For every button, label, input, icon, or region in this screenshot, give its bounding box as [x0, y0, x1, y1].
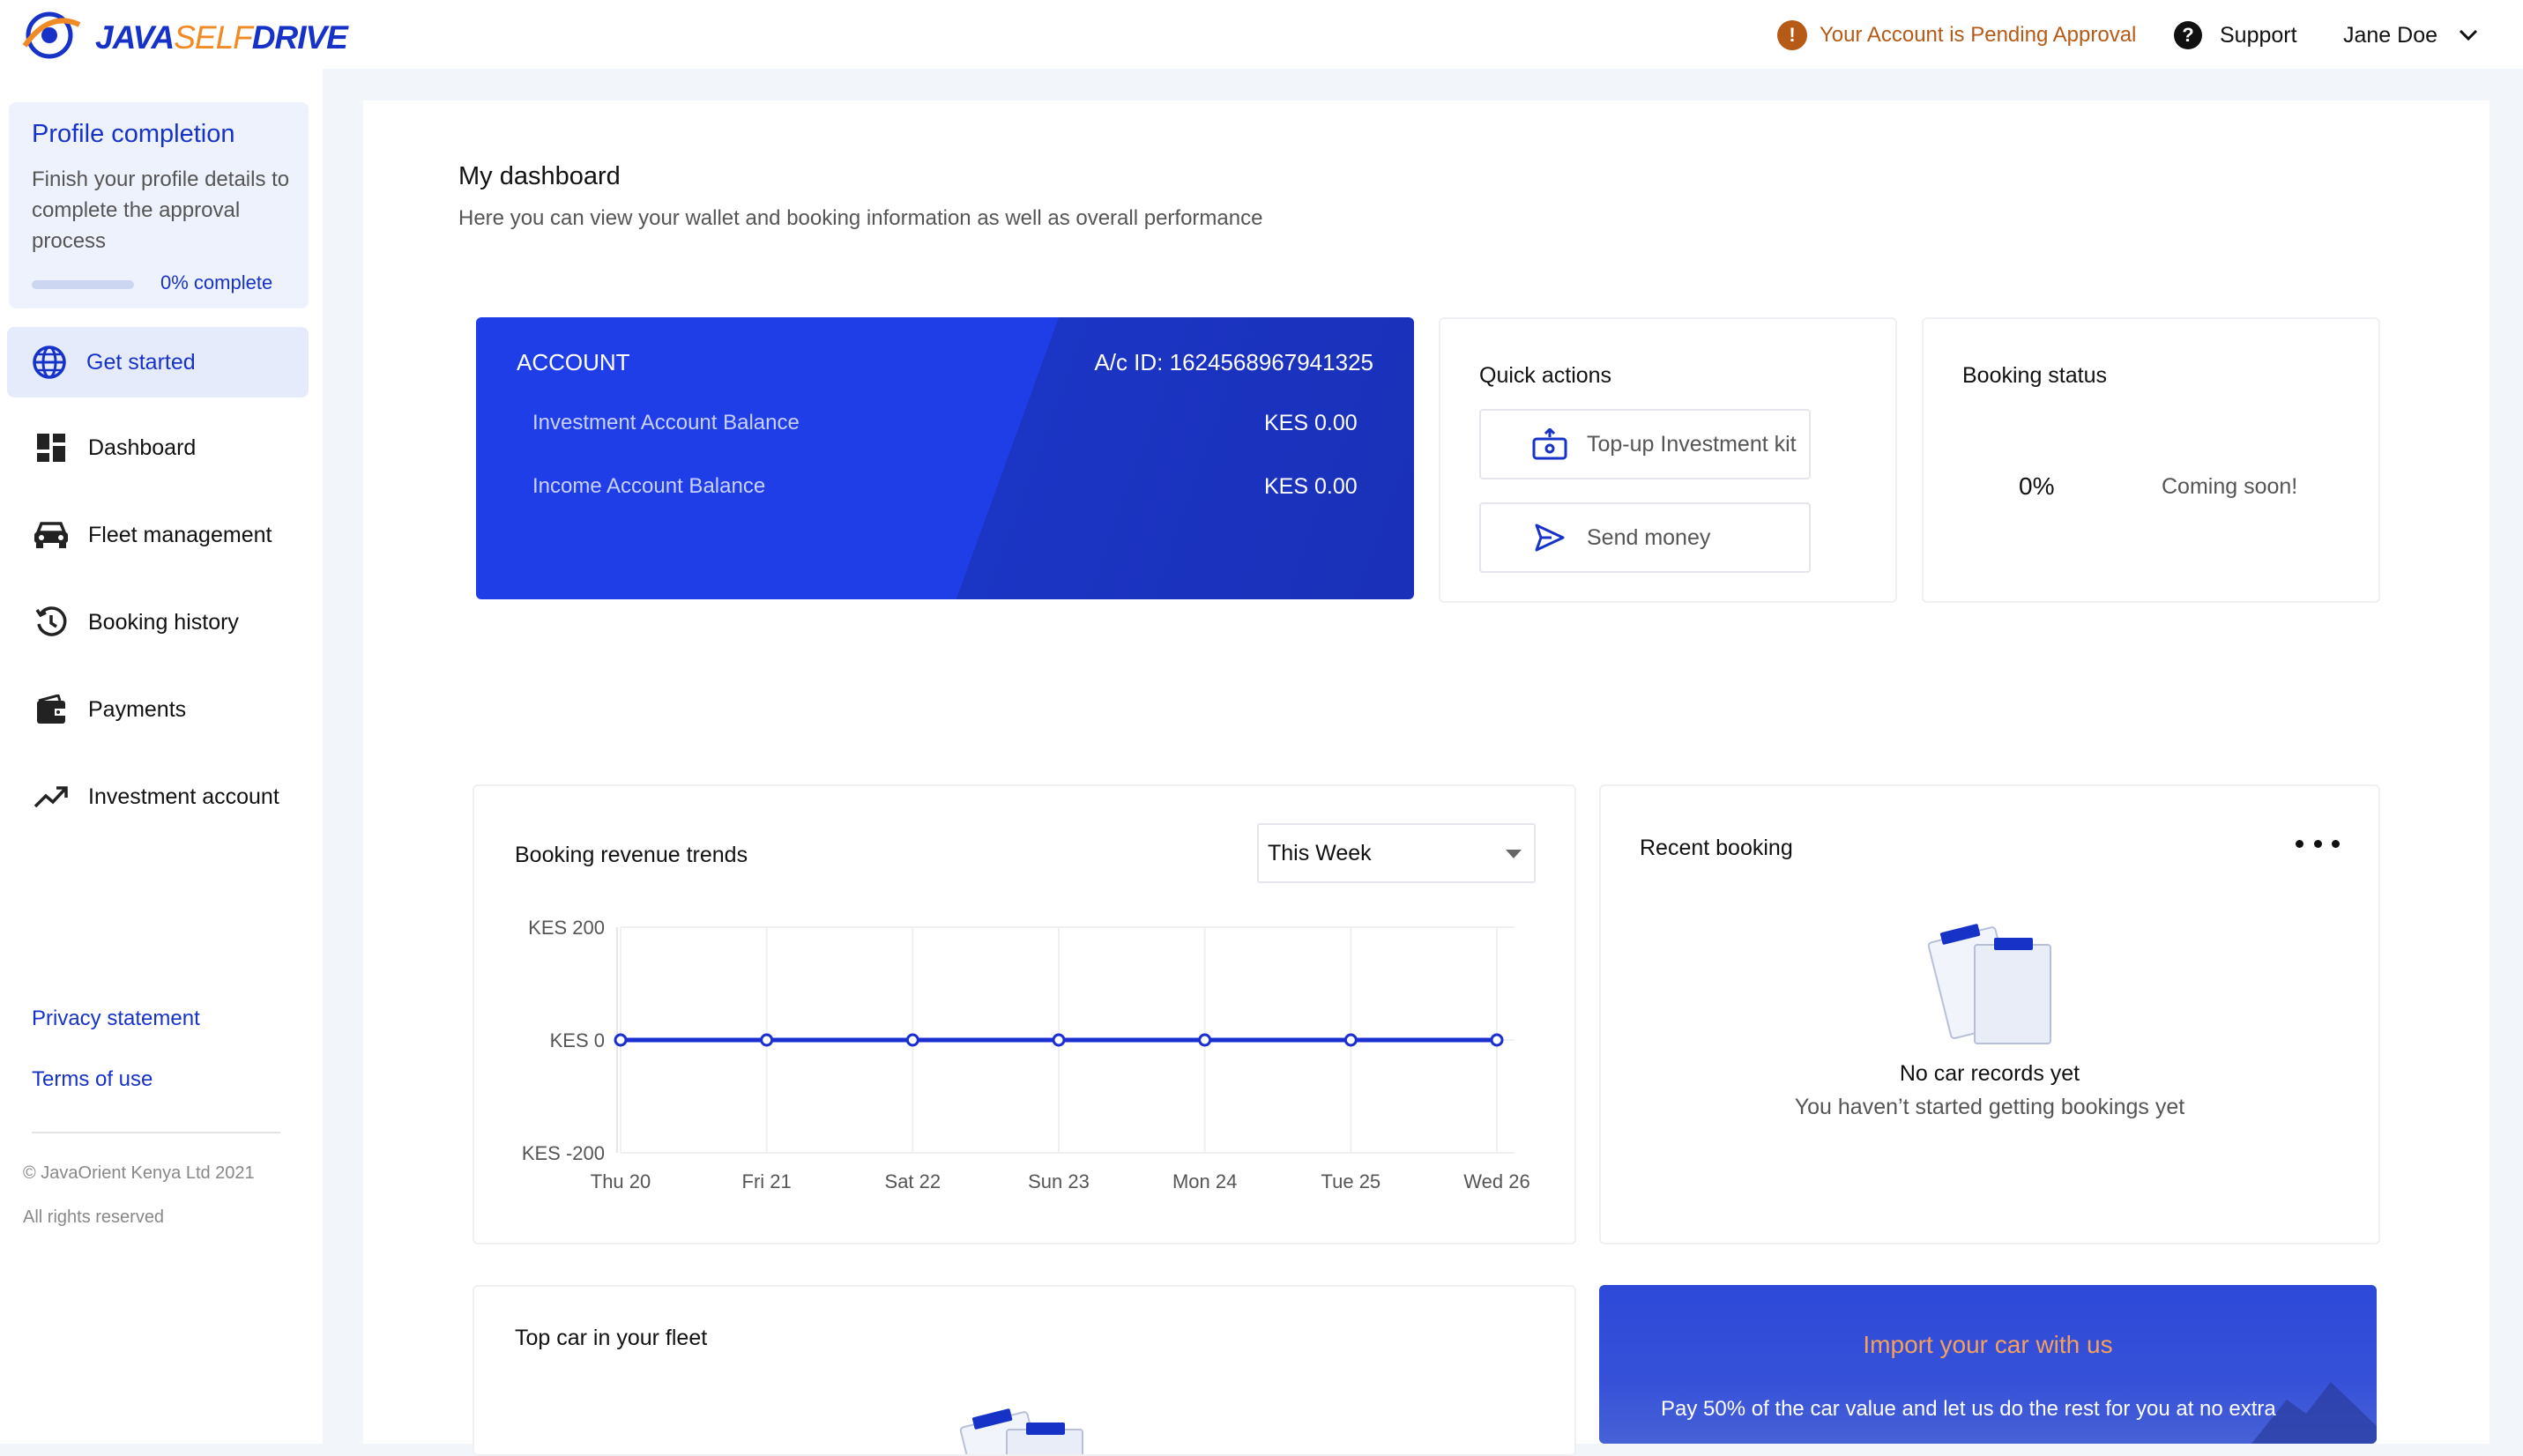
- y-tick-label: KES 200: [528, 917, 605, 939]
- empty-clipboard-illustration: [1927, 924, 2051, 1044]
- income-balance-label: Income Account Balance: [532, 474, 766, 498]
- support-link[interactable]: ? Support: [2174, 18, 2297, 53]
- sidebar-item-label: Get started: [86, 349, 196, 375]
- profile-completion-card[interactable]: Profile completion Finish your profile d…: [9, 102, 309, 308]
- alert-icon: !: [1777, 20, 1807, 50]
- user-menu[interactable]: Jane Doe: [2343, 18, 2478, 53]
- trending-up-icon: [32, 777, 71, 816]
- profile-completion-title: Profile completion: [32, 120, 235, 148]
- sidebar-item-label: Investment account: [88, 784, 279, 809]
- x-tick-label: Mon 24: [1172, 1170, 1237, 1192]
- support-label: Support: [2220, 22, 2297, 48]
- y-tick-label: KES 0: [550, 1029, 605, 1051]
- sidebar-divider: [32, 1132, 280, 1133]
- x-tick-label: Fri 21: [742, 1170, 792, 1192]
- data-point: [1490, 1033, 1504, 1047]
- page-title: My dashboard: [458, 162, 621, 190]
- sidebar-item-label: Payments: [88, 696, 187, 722]
- sidebar-item-booking-history[interactable]: Booking history: [7, 587, 309, 657]
- terms-of-use-link[interactable]: Terms of use: [32, 1067, 153, 1092]
- pending-approval-notice: ! Your Account is Pending Approval: [1777, 18, 2136, 53]
- caret-down-icon: [1506, 850, 1522, 858]
- data-point: [905, 1033, 919, 1047]
- import-description: Pay 50% of the car value and let us do t…: [1661, 1397, 2276, 1421]
- globe-icon: [30, 343, 69, 382]
- recent-booking-title: Recent booking: [1640, 836, 1793, 860]
- empty-clipboard-illustration: [959, 1408, 1083, 1454]
- user-name: Jane Doe: [2343, 22, 2438, 48]
- quick-actions-title: Quick actions: [1479, 363, 1612, 388]
- top-car-title: Top car in your fleet: [515, 1326, 708, 1350]
- sidebar-item-investment-account[interactable]: Investment account: [7, 761, 309, 832]
- import-title: Import your car with us: [1863, 1331, 2113, 1358]
- brand-name: JAVASELFDRIVE: [95, 19, 348, 56]
- x-tick-label: Sun 23: [1028, 1170, 1090, 1192]
- sidebar-item-fleet-management[interactable]: Fleet management: [7, 500, 309, 570]
- booking-status-title: Booking status: [1962, 363, 2107, 388]
- sidebar: Profile completion Finish your profile d…: [0, 69, 323, 1444]
- revenue-line-chart: KES 200 KES 0 KES -200 Thu 20 Fri 21 Sat 22 Su…: [522, 917, 1530, 1192]
- income-balance-value: KES 0.00: [1264, 474, 1358, 499]
- data-point: [760, 1033, 774, 1047]
- help-icon: ?: [2174, 21, 2202, 49]
- wallet-topup-icon: [1530, 425, 1569, 464]
- page-subtitle: Here you can view your wallet and bookin…: [458, 206, 1263, 230]
- sidebar-item-payments[interactable]: Payments: [7, 674, 309, 745]
- data-point: [1052, 1033, 1066, 1047]
- account-card: ACCOUNT A/c ID: 1624568967941325 Investm…: [476, 317, 1414, 599]
- chevron-down-icon: [2459, 29, 2478, 41]
- main-content: My dashboard Here you can view your wall…: [363, 100, 2490, 1456]
- topup-investment-button[interactable]: Top-up Investment kit: [1479, 409, 1811, 479]
- send-money-button[interactable]: Send money: [1479, 502, 1811, 573]
- history-icon: [32, 603, 71, 642]
- x-tick-label: Sat 22: [885, 1170, 941, 1192]
- period-select-value: This Week: [1268, 840, 1372, 865]
- pending-approval-text: Your Account is Pending Approval: [1820, 23, 2137, 47]
- logo-mark-icon: [22, 11, 81, 59]
- revenue-trends-title: Booking revenue trends: [515, 843, 748, 867]
- wallet-icon: [32, 690, 71, 729]
- sidebar-item-label: Fleet management: [88, 522, 272, 547]
- period-select[interactable]: This Week: [1257, 823, 1536, 883]
- top-car-card: Top car in your fleet: [473, 1285, 1576, 1456]
- rights-text: All rights reserved: [23, 1207, 165, 1227]
- car-icon: [32, 516, 71, 554]
- profile-completion-description: Finish your profile details to complete …: [32, 167, 290, 253]
- more-options-icon[interactable]: [2296, 830, 2340, 857]
- data-point: [1198, 1033, 1212, 1047]
- sidebar-item-dashboard[interactable]: Dashboard: [7, 412, 309, 483]
- investment-balance-label: Investment Account Balance: [532, 411, 800, 435]
- sidebar-item-label: Booking history: [88, 609, 239, 635]
- revenue-trends-card: Booking revenue trends This Week KES 200…: [473, 784, 1576, 1244]
- profile-progress-label: 0% complete: [160, 271, 273, 293]
- account-id: A/c ID: 1624568967941325: [1094, 349, 1373, 375]
- booking-status-note: Coming soon!: [2162, 474, 2298, 499]
- topup-investment-label: Top-up Investment kit: [1587, 431, 1797, 457]
- booking-status-card: Booking status 0% Coming soon!: [1922, 317, 2380, 603]
- send-money-label: Send money: [1587, 524, 1711, 550]
- privacy-statement-link[interactable]: Privacy statement: [32, 1007, 200, 1031]
- sidebar-item-label: Dashboard: [88, 435, 197, 460]
- send-icon: [1530, 518, 1569, 557]
- account-label: ACCOUNT: [517, 349, 630, 375]
- data-point: [1343, 1033, 1358, 1047]
- brand-logo[interactable]: JAVASELFDRIVE: [18, 7, 348, 62]
- recent-booking-card: Recent booking No car records yet You ha…: [1599, 784, 2380, 1244]
- x-tick-label: Wed 26: [1463, 1170, 1529, 1192]
- copyright-text: © JavaOrient Kenya Ltd 2021: [23, 1163, 255, 1183]
- sidebar-item-get-started[interactable]: Get started: [7, 327, 309, 397]
- x-tick-label: Thu 20: [591, 1170, 651, 1192]
- quick-actions-card: Quick actions Top-up Investment kit Send…: [1439, 317, 1897, 603]
- dashboard-icon: [32, 428, 71, 467]
- x-tick-label: Tue 25: [1321, 1170, 1381, 1192]
- booking-status-percent: 0%: [2019, 472, 2055, 500]
- profile-progress-bar: [32, 280, 134, 289]
- empty-state-description: You haven’t started getting bookings yet: [1794, 1095, 2185, 1119]
- y-tick-label: KES -200: [522, 1142, 605, 1164]
- top-bar: JAVASELFDRIVE ! Your Account is Pending …: [0, 0, 2523, 69]
- import-car-banner[interactable]: Import your car with us Pay 50% of the c…: [1599, 1285, 2377, 1444]
- data-point: [614, 1033, 628, 1047]
- empty-state-title: No car records yet: [1899, 1061, 2080, 1086]
- investment-balance-value: KES 0.00: [1264, 411, 1358, 435]
